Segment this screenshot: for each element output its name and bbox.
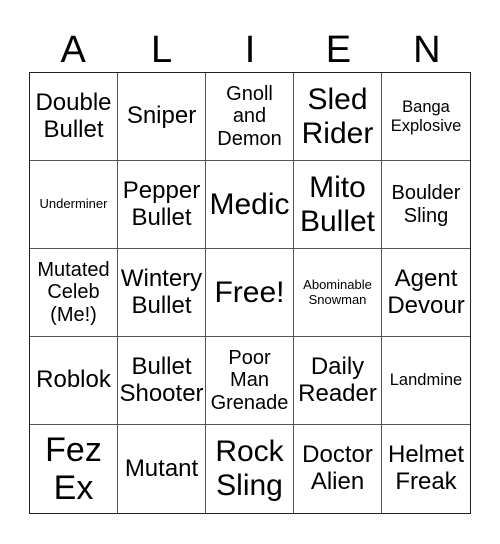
header-letter-e: E: [325, 29, 352, 71]
bingo-cell-text: Gnoll and Demon: [217, 82, 282, 150]
bingo-cell[interactable]: Agent Devour: [382, 249, 470, 337]
bingo-cell-text: Sniper: [126, 102, 197, 130]
bingo-cell[interactable]: Doctor Alien: [294, 425, 382, 513]
bingo-cell[interactable]: Bullet Shooter: [118, 337, 206, 425]
bingo-cell[interactable]: Wintery Bullet: [118, 249, 206, 337]
bingo-cell-text: Banga Explosive: [390, 98, 462, 135]
bingo-cell-text: Bullet Shooter: [119, 352, 204, 407]
bingo-cell[interactable]: Helmet Freak: [382, 425, 470, 513]
bingo-cell-text: Pepper Bullet: [122, 176, 201, 231]
bingo-cell[interactable]: Sniper: [118, 73, 206, 161]
bingo-cell[interactable]: Rock Sling: [206, 425, 294, 513]
header-letter-n: N: [413, 29, 441, 71]
bingo-cell[interactable]: Roblok: [30, 337, 118, 425]
bingo-cell-text: Doctor Alien: [302, 441, 373, 495]
bingo-cell[interactable]: Abominable Snowman: [294, 249, 382, 337]
free-space-cell[interactable]: Free!: [206, 249, 294, 337]
bingo-cell-text: Mutated Celeb (Me!): [37, 258, 110, 326]
bingo-cell-text: Fez Ex: [45, 430, 102, 507]
bingo-cell[interactable]: Sled Rider: [294, 73, 382, 161]
bingo-cell[interactable]: Poor Man Grenade: [206, 337, 294, 425]
bingo-cell-text: Landmine: [389, 371, 463, 390]
bingo-cell-text: Boulder Sling: [391, 182, 461, 227]
bingo-cell-text: Medic: [209, 187, 290, 221]
bingo-cell-text: Helmet Freak: [387, 441, 465, 495]
header-letter-i: I: [244, 29, 256, 71]
bingo-cell-text: Wintery Bullet: [120, 264, 203, 319]
bingo-cell[interactable]: Daily Reader: [294, 337, 382, 425]
bingo-cell[interactable]: Fez Ex: [30, 425, 118, 513]
bingo-cell[interactable]: Mutant: [118, 425, 206, 513]
bingo-cell[interactable]: Boulder Sling: [382, 161, 470, 249]
bingo-cell-text: Double Bullet: [35, 88, 112, 143]
bingo-cell-text: Free!: [214, 275, 285, 309]
bingo-cell[interactable]: Mutated Celeb (Me!): [30, 249, 118, 337]
bingo-cell[interactable]: Underminer: [30, 161, 118, 249]
bingo-cell-text: Mito Bullet: [299, 170, 376, 238]
bingo-cell[interactable]: Medic: [206, 161, 294, 249]
bingo-cell-text: Daily Reader: [298, 352, 377, 407]
bingo-cell[interactable]: Double Bullet: [30, 73, 118, 161]
bingo-cell-text: Roblok: [36, 366, 111, 394]
header-letter-l: L: [151, 29, 173, 71]
bingo-cell-text: Mutant: [124, 454, 199, 482]
header-letter-a: A: [60, 29, 86, 71]
bingo-header: A L I E N: [29, 28, 471, 72]
bingo-cell-text: Agent Devour: [387, 264, 465, 319]
bingo-cell-text: Abominable Snowman: [303, 276, 372, 307]
bingo-cell[interactable]: Mito Bullet: [294, 161, 382, 249]
bingo-grid: Double Bullet Sniper Gnoll and Demon Sled R…: [29, 72, 471, 514]
bingo-cell-text: Rock Sling: [215, 435, 284, 502]
bingo-cell[interactable]: Landmine: [382, 337, 470, 425]
bingo-cell[interactable]: Pepper Bullet: [118, 161, 206, 249]
bingo-cell-text: Sled Rider: [301, 82, 374, 150]
bingo-cell-text: Underminer: [39, 196, 108, 212]
bingo-cell[interactable]: Banga Explosive: [382, 73, 470, 161]
bingo-cell[interactable]: Gnoll and Demon: [206, 73, 294, 161]
bingo-cell-text: Poor Man Grenade: [210, 346, 289, 414]
